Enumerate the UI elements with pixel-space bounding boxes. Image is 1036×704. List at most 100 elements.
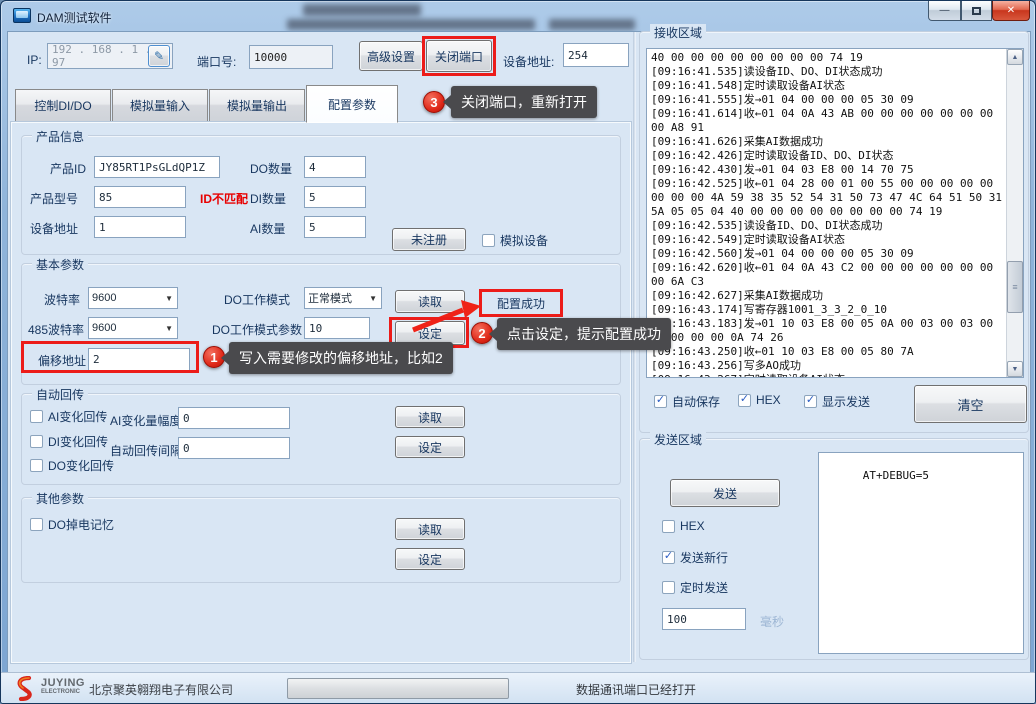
checkbox-unchecked[interactable] <box>662 520 675 533</box>
chevron-down-icon: ▼ <box>165 324 174 333</box>
company-name: 北京聚英翱翔电子有限公司 <box>89 681 233 698</box>
checkbox-checked[interactable]: ✓ <box>738 394 751 407</box>
tab-config-params[interactable]: 配置参数 <box>306 85 398 123</box>
title-bar[interactable]: DAM测试软件 — ✕ <box>1 1 1035 31</box>
do-count-value: 4 <box>309 161 316 174</box>
basic-params-title: 基本参数 <box>32 256 88 273</box>
receive-title: 接收区域 <box>650 24 706 41</box>
product-id-input[interactable]: JY85RT1PsGLdQP1Z <box>94 156 220 178</box>
close-icon: ✕ <box>1007 5 1015 16</box>
checkbox-unchecked[interactable] <box>662 581 675 594</box>
maximize-icon <box>972 7 981 15</box>
do-change-checkbox[interactable]: DO变化回传 <box>30 457 114 474</box>
tab-analog-input[interactable]: 模拟量输入 <box>112 89 208 122</box>
checkbox-checked[interactable]: ✓ <box>804 395 817 408</box>
di-count-input[interactable]: 5 <box>304 186 366 208</box>
di-change-checkbox[interactable]: DI变化回传 <box>30 433 108 450</box>
logo-line2: ELECTRONIC <box>41 689 85 696</box>
red-arrow <box>405 297 481 335</box>
send-interval-value: 100 <box>667 613 687 626</box>
timed-send-checkbox[interactable]: 定时发送 <box>662 579 728 596</box>
close-port-button[interactable]: 关闭端口 <box>426 40 492 72</box>
chevron-down-icon: ▼ <box>165 294 174 303</box>
receive-group: 接收区域 40 00 00 00 00 00 00 00 00 74 19 [0… <box>639 31 1029 433</box>
hex-display-label: HEX <box>756 393 781 407</box>
other-set-button[interactable]: 设定 <box>395 548 465 570</box>
checkbox-checked[interactable]: ✓ <box>662 551 675 564</box>
minimize-icon: — <box>940 5 950 16</box>
do-memory-label: DO掉电记忆 <box>48 516 114 533</box>
scrollbar-thumb[interactable]: ≡ <box>1007 261 1023 313</box>
clear-button[interactable]: 清空 <box>914 385 1027 423</box>
report-interval-input[interactable]: 0 <box>178 437 290 459</box>
tab-control-dido[interactable]: 控制DI/DO <box>15 89 111 122</box>
product-id-value: JY85RT1PsGLdQP1Z <box>99 161 205 174</box>
port-input[interactable]: 10000 <box>249 45 333 69</box>
ai-amplitude-input[interactable]: 0 <box>178 407 290 429</box>
do-memory-checkbox[interactable]: DO掉电记忆 <box>30 516 114 533</box>
checkbox-unchecked[interactable] <box>30 410 43 423</box>
tab-analog-output[interactable]: 模拟量输出 <box>209 89 305 122</box>
hex-display-checkbox[interactable]: ✓ HEX <box>738 393 781 407</box>
ai-change-checkbox[interactable]: AI变化回传 <box>30 408 107 425</box>
advanced-settings-button[interactable]: 高级设置 <box>359 41 423 71</box>
send-interval-input[interactable]: 100 <box>662 608 746 630</box>
do-mode-select[interactable]: 正常模式 ▼ <box>304 287 382 309</box>
checkbox-unchecked[interactable] <box>482 234 495 247</box>
unregistered-button[interactable]: 未注册 <box>392 228 466 251</box>
checkbox-unchecked[interactable] <box>30 459 43 472</box>
product-id-label: 产品ID <box>50 160 86 177</box>
auto-report-read-button[interactable]: 读取 <box>395 406 465 428</box>
minimize-button[interactable]: — <box>928 1 961 21</box>
checkbox-unchecked[interactable] <box>30 518 43 531</box>
autosave-checkbox[interactable]: ✓ 自动保存 <box>654 393 720 410</box>
background-bleed <box>303 4 421 16</box>
model-label: 产品型号 <box>30 190 78 207</box>
baud485-value: 9600 <box>92 322 116 334</box>
callout-1-tooltip: 写入需要修改的偏移地址，比如2 <box>229 342 453 374</box>
scroll-up-button[interactable]: ▲ <box>1007 49 1023 65</box>
model-input[interactable]: 85 <box>94 186 186 208</box>
send-button[interactable]: 发送 <box>670 479 780 507</box>
do-count-input[interactable]: 4 <box>304 156 366 178</box>
baud485-select[interactable]: 9600 ▼ <box>88 317 178 339</box>
edit-ip-button[interactable]: ✎ <box>148 45 170 67</box>
baud485-label: 485波特率 <box>28 321 84 338</box>
send-newline-checkbox[interactable]: ✓ 发送新行 <box>662 549 728 566</box>
show-send-checkbox[interactable]: ✓ 显示发送 <box>804 393 870 410</box>
baud-select[interactable]: 9600 ▼ <box>88 287 178 309</box>
do-mode-label: DO工作模式 <box>224 291 290 308</box>
do-mode-param-input[interactable]: 10 <box>304 317 370 339</box>
simulate-device-checkbox[interactable]: 模拟设备 <box>482 232 548 249</box>
callout-3-tooltip: 关闭端口，重新打开 <box>451 86 597 118</box>
checkbox-checked[interactable]: ✓ <box>654 395 667 408</box>
callout-2-tooltip: 点击设定，提示配置成功 <box>497 318 671 350</box>
callout-3-badge: 3 <box>423 91 445 113</box>
send-hex-checkbox[interactable]: HEX <box>662 519 705 533</box>
send-title: 发送区域 <box>650 431 706 448</box>
send-newline-label: 发送新行 <box>680 549 728 566</box>
send-textarea[interactable]: AT+DEBUG=5 <box>818 452 1024 654</box>
scroll-down-button[interactable]: ▼ <box>1007 361 1023 377</box>
receive-scrollbar[interactable]: ▲ ≡ ▼ <box>1006 49 1023 377</box>
close-button[interactable]: ✕ <box>992 1 1030 21</box>
receive-log[interactable]: 40 00 00 00 00 00 00 00 00 74 19 [09:16:… <box>646 48 1024 378</box>
ai-count-input[interactable]: 5 <box>304 216 366 238</box>
status-message: 数据通讯端口已经打开 <box>576 681 696 698</box>
offset-input[interactable]: 2 <box>88 348 190 371</box>
callout-3-number: 3 <box>430 95 437 110</box>
device-address-input[interactable]: 254 <box>563 43 629 67</box>
auto-report-set-button[interactable]: 设定 <box>395 436 465 458</box>
ai-change-label: AI变化回传 <box>48 408 107 425</box>
checkbox-unchecked[interactable] <box>30 435 43 448</box>
do-mode-value: 正常模式 <box>308 290 352 306</box>
do-count-label: DO数量 <box>250 160 292 177</box>
maximize-button[interactable] <box>961 1 992 21</box>
id-mismatch-warning: ID不匹配 <box>200 190 248 207</box>
other-read-button[interactable]: 读取 <box>395 518 465 540</box>
di-count-label: DI数量 <box>250 190 286 207</box>
device-address2-input[interactable]: 1 <box>94 216 186 238</box>
timed-send-label: 定时发送 <box>680 579 728 596</box>
other-params-group: 其他参数 DO掉电记忆 读取 设定 <box>21 497 621 583</box>
device-address2-label: 设备地址 <box>30 220 78 237</box>
